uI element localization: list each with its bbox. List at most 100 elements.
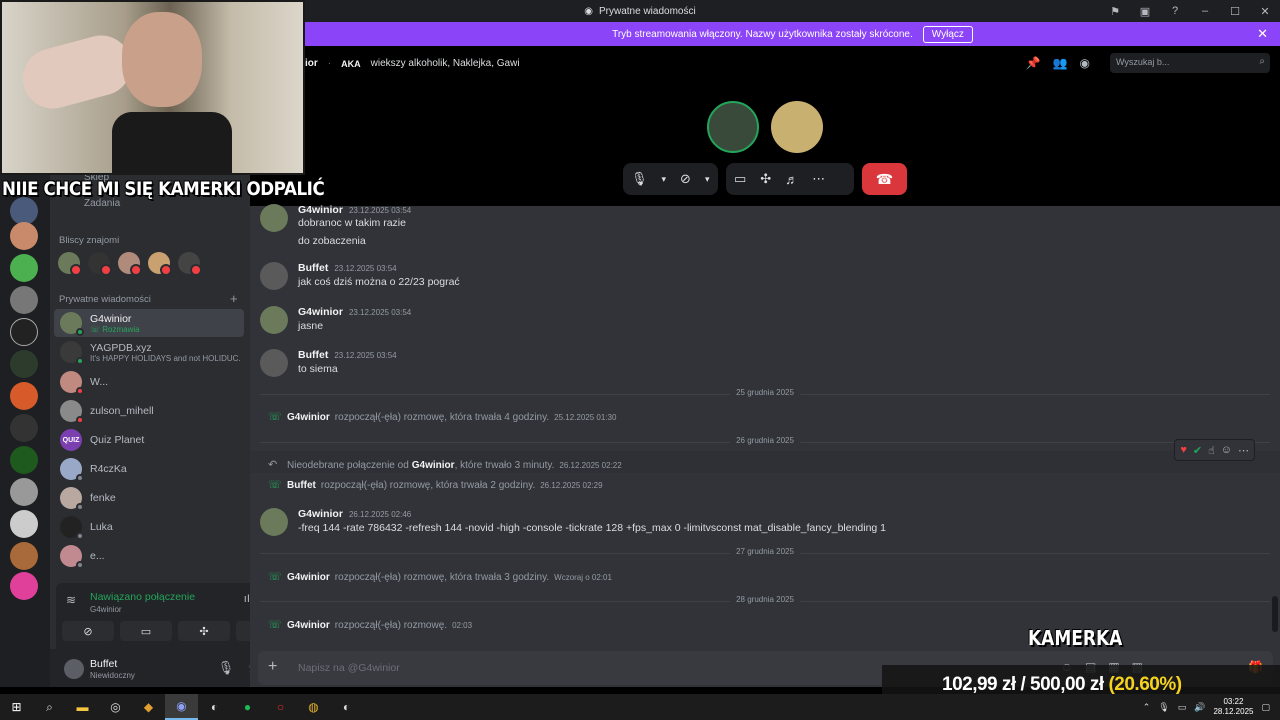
notifications-icon[interactable]: ▢ bbox=[1261, 702, 1270, 713]
server-icon[interactable] bbox=[10, 222, 38, 250]
server-icon[interactable] bbox=[10, 286, 38, 314]
server-icon[interactable] bbox=[10, 478, 38, 506]
pointer-reaction-icon[interactable]: ☝ bbox=[1208, 444, 1215, 457]
dm-item[interactable]: zulson_mihell bbox=[54, 397, 244, 425]
avatar[interactable] bbox=[88, 252, 112, 276]
add-reaction-icon[interactable]: ☺ bbox=[1221, 444, 1232, 456]
app-icon[interactable]: ◎ bbox=[99, 694, 132, 720]
profile-icon[interactable]: ◉ bbox=[1080, 56, 1090, 70]
avatar[interactable] bbox=[260, 349, 288, 377]
avatar bbox=[60, 371, 84, 395]
screen-share-icon[interactable]: ▭ bbox=[734, 171, 746, 187]
avatar[interactable] bbox=[64, 659, 84, 679]
system-call-message: ☏ G4winior rozpoczął(-ęła) rozmowę. 02:0… bbox=[268, 619, 473, 631]
search-input[interactable]: Wyszukaj b... ⌕ bbox=[1110, 53, 1270, 73]
microphone-icon[interactable]: 🎙 bbox=[1158, 702, 1169, 713]
windows-taskbar: ⊞ ⌕ ▬ ◎ ◆ ◉ ◐ ● ○ ◍ ◐ ⌃ 🎙 ▭ 🔊 03:22 28.1… bbox=[0, 694, 1280, 720]
inbox-icon[interactable]: ▣ bbox=[1130, 0, 1160, 22]
call-participant-avatar[interactable] bbox=[771, 101, 823, 153]
server-icon[interactable] bbox=[10, 350, 38, 378]
server-icon[interactable] bbox=[10, 446, 38, 474]
microphone-icon[interactable]: 🎙 bbox=[631, 171, 648, 187]
avatar[interactable] bbox=[260, 508, 288, 536]
dm-item[interactable]: e... bbox=[54, 542, 244, 570]
more-icon[interactable]: ⋯ bbox=[812, 171, 825, 187]
add-friend-icon[interactable]: 👥 bbox=[1053, 56, 1068, 70]
spotify-icon[interactable]: ● bbox=[231, 694, 264, 720]
server-icon[interactable] bbox=[10, 510, 38, 538]
check-reaction-icon[interactable]: ✔ bbox=[1193, 444, 1202, 457]
server-icon[interactable] bbox=[10, 318, 38, 346]
dm-item[interactable]: W... bbox=[54, 368, 244, 396]
avatar[interactable] bbox=[260, 306, 288, 334]
windows-start-icon[interactable]: ⊞ bbox=[0, 694, 33, 720]
more-icon[interactable]: ⋯ bbox=[1238, 444, 1249, 457]
camera-off-icon[interactable]: ⊘ bbox=[680, 171, 691, 187]
activities-button[interactable]: ✣ bbox=[178, 621, 230, 641]
signal-icon[interactable]: ≋ bbox=[66, 593, 76, 607]
date-divider: 25 grudnia 2025 bbox=[260, 388, 1270, 397]
camera-off-button[interactable]: ⊘ bbox=[62, 621, 114, 641]
dm-item-yagpdb[interactable]: YAGPDB.xyz It's HAPPY HOLIDAYS and not H… bbox=[54, 338, 244, 366]
dm-item-g4winior[interactable]: G4winior ☏ Rozmawia bbox=[54, 309, 244, 337]
avatar bbox=[60, 341, 84, 365]
steam-icon[interactable]: ◐ bbox=[198, 694, 231, 720]
system-call-message: ☏ G4winior rozpoczął(-ęła) rozmowę, któr… bbox=[268, 571, 612, 583]
volume-icon[interactable]: 🔊 bbox=[1194, 702, 1205, 713]
clock[interactable]: 03:22 28.12.2025 bbox=[1213, 697, 1253, 717]
date-divider: 27 grudnia 2025 bbox=[260, 547, 1270, 556]
audio-video-controls: 🎙 ▾ ⊘ ▾ bbox=[623, 163, 718, 195]
close-icon[interactable]: ✕ bbox=[1257, 26, 1268, 42]
inbox-flag-icon[interactable]: ⚑ bbox=[1100, 0, 1130, 22]
disable-streamer-mode-button[interactable]: Wyłącz bbox=[922, 25, 973, 43]
server-icon[interactable] bbox=[10, 414, 38, 442]
heart-reaction-icon[interactable]: ♥ bbox=[1180, 444, 1187, 456]
app-icon[interactable]: ◆ bbox=[132, 694, 165, 720]
dm-item[interactable]: fenke bbox=[54, 484, 244, 512]
search-icon[interactable]: ⌕ bbox=[33, 694, 66, 720]
pin-icon[interactable]: 📌 bbox=[1026, 56, 1041, 70]
call-participant-avatar[interactable] bbox=[707, 101, 759, 153]
dm-item[interactable]: Luka bbox=[54, 513, 244, 541]
phone-icon: ☏ bbox=[90, 324, 101, 334]
server-icon[interactable] bbox=[10, 382, 38, 410]
chevron-down-icon[interactable]: ▾ bbox=[705, 174, 710, 185]
discord-icon: ◉ bbox=[584, 5, 593, 17]
server-icon[interactable] bbox=[10, 197, 38, 225]
scrollbar[interactable] bbox=[1272, 596, 1278, 632]
avatar[interactable] bbox=[260, 204, 288, 232]
close-friends-list bbox=[58, 252, 202, 276]
avatar[interactable] bbox=[260, 262, 288, 290]
battery-icon[interactable]: ▭ bbox=[1178, 702, 1187, 713]
opera-icon[interactable]: ○ bbox=[264, 694, 297, 720]
activities-icon[interactable]: ✣ bbox=[760, 171, 771, 187]
avatar[interactable] bbox=[148, 252, 172, 276]
dm-item[interactable]: R4czKa bbox=[54, 455, 244, 483]
avatar[interactable] bbox=[58, 252, 82, 276]
chrome-icon[interactable]: ◍ bbox=[297, 694, 330, 720]
minimize-button[interactable]: – bbox=[1190, 0, 1220, 22]
hangup-button[interactable]: ☎ bbox=[862, 163, 907, 195]
screen-share-button[interactable]: ▭ bbox=[120, 621, 172, 641]
microphone-icon[interactable]: 🎙 bbox=[218, 660, 235, 676]
chevron-up-icon[interactable]: ⌃ bbox=[1143, 702, 1151, 713]
search-icon: ⌕ bbox=[1259, 56, 1265, 67]
add-attachment-icon[interactable]: + bbox=[268, 658, 277, 676]
help-icon[interactable]: ? bbox=[1160, 0, 1190, 22]
soundboard-icon[interactable]: ♬ bbox=[785, 172, 798, 187]
avatar[interactable] bbox=[118, 252, 142, 276]
close-window-button[interactable]: ✕ bbox=[1250, 0, 1280, 22]
maximize-button[interactable]: ☐ bbox=[1220, 0, 1250, 22]
chevron-down-icon[interactable]: ▾ bbox=[662, 174, 667, 185]
add-dm-icon[interactable]: + bbox=[230, 291, 238, 306]
discord-taskbar-icon[interactable]: ◉ bbox=[165, 694, 198, 720]
channel-header: ior · AKA wiekszy alkoholik, Naklejka, G… bbox=[305, 58, 520, 69]
avatar[interactable] bbox=[178, 252, 202, 276]
file-explorer-icon[interactable]: ▬ bbox=[66, 694, 99, 720]
system-tray: ⌃ 🎙 ▭ 🔊 03:22 28.12.2025 ▢ bbox=[1143, 694, 1270, 720]
server-icon[interactable] bbox=[10, 542, 38, 570]
server-icon[interactable] bbox=[10, 572, 38, 600]
server-icon[interactable] bbox=[10, 254, 38, 282]
steam-icon[interactable]: ◐ bbox=[330, 694, 363, 720]
dm-item[interactable]: QUIZ Quiz Planet bbox=[54, 426, 244, 454]
